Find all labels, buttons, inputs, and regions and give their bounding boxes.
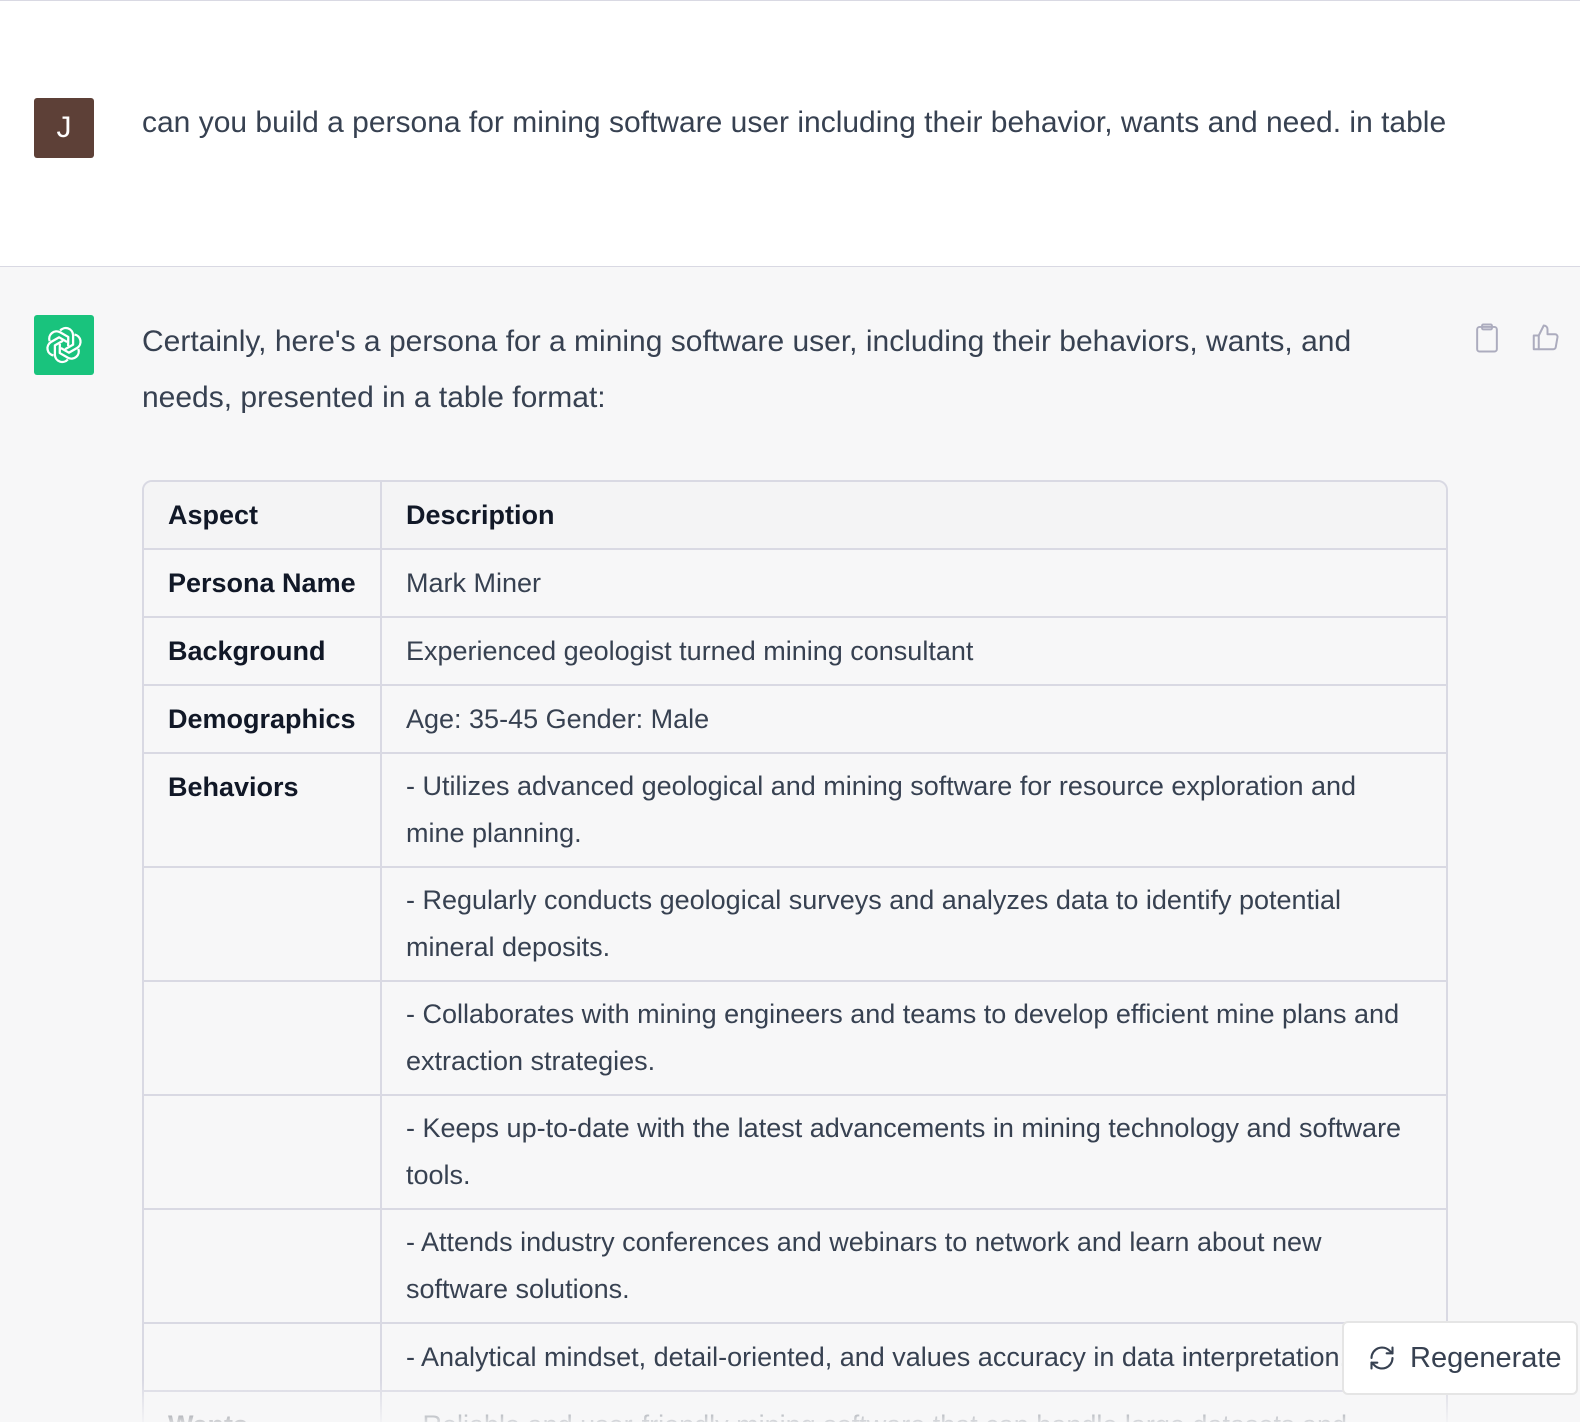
persona-table: Aspect Description Persona Name Mark Min…	[142, 480, 1448, 1422]
user-avatar: J	[34, 98, 94, 158]
table-row: Persona Name Mark Miner	[144, 549, 1446, 618]
thumbs-up-icon	[1532, 324, 1559, 351]
assistant-message: Certainly, here's a persona for a mining…	[0, 267, 1580, 1422]
description-cell: - Reliable and user-friendly mining soft…	[381, 1391, 1446, 1422]
description-cell: - Analytical mindset, detail-oriented, a…	[381, 1323, 1446, 1392]
header-description: Description	[381, 482, 1446, 550]
table-row: - Collaborates with mining engineers and…	[144, 981, 1446, 1096]
header-aspect: Aspect	[144, 482, 382, 550]
copy-button[interactable]	[1472, 321, 1502, 355]
table-row: Background Experienced geologist turned …	[144, 617, 1446, 686]
description-cell: Mark Miner	[381, 549, 1446, 618]
aspect-cell	[144, 981, 382, 1096]
table-row: Behaviors - Utilizes advanced geological…	[144, 753, 1446, 868]
regenerate-label: Regenerate	[1410, 1341, 1562, 1374]
table-row: - Regularly conducts geological surveys …	[144, 867, 1446, 982]
aspect-cell	[144, 1209, 382, 1324]
assistant-intro-text: Certainly, here's a persona for a mining…	[142, 325, 1352, 414]
description-cell: Age: 35-45 Gender: Male	[381, 685, 1446, 754]
aspect-cell: Wants	[144, 1391, 382, 1422]
table-header-row: Aspect Description	[144, 482, 1446, 550]
table-row: Wants - Reliable and user-friendly minin…	[144, 1391, 1446, 1422]
description-cell: Experienced geologist turned mining cons…	[381, 617, 1446, 686]
openai-logo-icon	[34, 315, 94, 375]
regenerate-button[interactable]: Regenerate	[1342, 1321, 1578, 1395]
description-cell: - Collaborates with mining engineers and…	[381, 981, 1446, 1096]
aspect-cell: Behaviors	[144, 753, 382, 868]
aspect-cell	[144, 867, 382, 982]
message-actions	[1472, 321, 1560, 355]
table-row: - Attends industry conferences and webin…	[144, 1209, 1446, 1324]
description-cell: - Utilizes advanced geological and minin…	[381, 753, 1446, 868]
aspect-cell	[144, 1095, 382, 1210]
thumbs-up-button[interactable]	[1530, 321, 1560, 355]
table-row: Demographics Age: 35-45 Gender: Male	[144, 685, 1446, 754]
aspect-cell	[144, 1323, 382, 1392]
table-row: - Keeps up-to-date with the latest advan…	[144, 1095, 1446, 1210]
user-message-text: can you build a persona for mining softw…	[142, 106, 1447, 139]
user-message: J can you build a persona for mining sof…	[0, 1, 1580, 267]
description-cell: - Keeps up-to-date with the latest advan…	[381, 1095, 1446, 1210]
table-row: - Analytical mindset, detail-oriented, a…	[144, 1323, 1446, 1392]
aspect-cell: Background	[144, 617, 382, 686]
description-cell: - Attends industry conferences and webin…	[381, 1209, 1446, 1324]
refresh-icon	[1370, 1346, 1394, 1370]
clipboard-icon	[1476, 323, 1498, 353]
aspect-cell: Persona Name	[144, 549, 382, 618]
aspect-cell: Demographics	[144, 685, 382, 754]
description-cell: - Regularly conducts geological surveys …	[381, 867, 1446, 982]
